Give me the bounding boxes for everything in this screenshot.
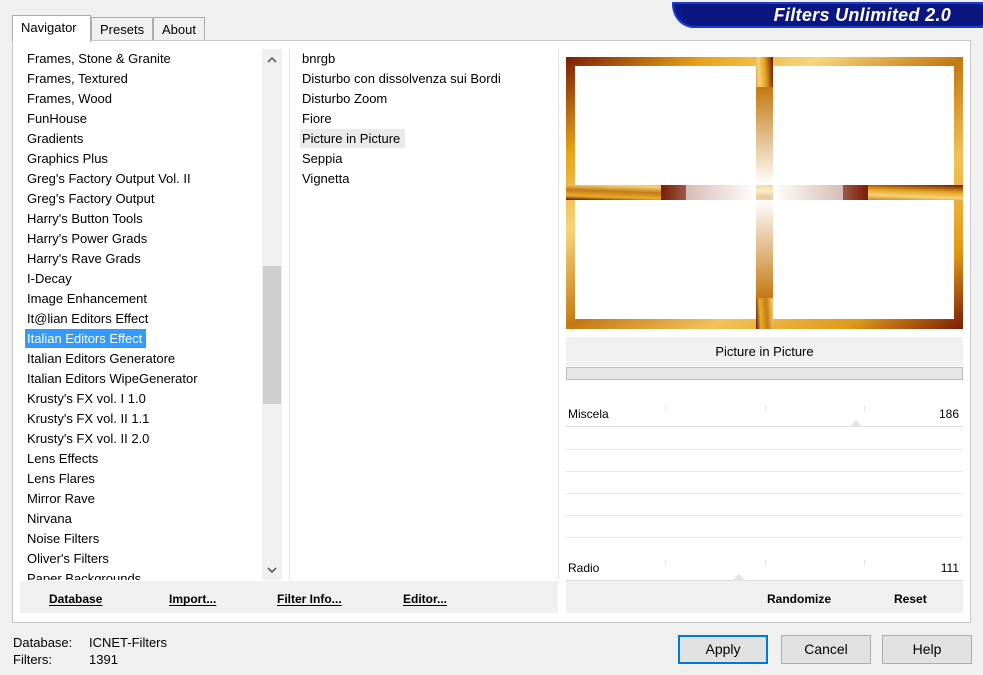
category-item[interactable]: I-Decay — [25, 269, 76, 288]
tab-navigator[interactable]: Navigator — [12, 15, 91, 42]
list-separator — [289, 49, 290, 580]
slider-tick — [765, 406, 766, 411]
category-item[interactable]: Mirror Rave — [25, 489, 99, 508]
empty-slider-row — [566, 471, 963, 472]
slider-tick — [864, 406, 865, 411]
preview-pane-bottom-left — [575, 200, 756, 319]
empty-slider-row — [566, 537, 963, 538]
filter-item[interactable]: Disturbo con dissolvenza sui Bordi — [300, 69, 506, 88]
filter-preview — [566, 57, 963, 329]
slider-track[interactable] — [566, 426, 963, 427]
category-item[interactable]: Gradients — [25, 129, 87, 148]
progress-bar — [566, 367, 963, 380]
brand-banner: Filters Unlimited 2.0 — [672, 2, 983, 28]
category-item[interactable]: Paper Backgrounds — [25, 569, 145, 580]
randomize-button[interactable]: Randomize — [767, 581, 831, 613]
category-item[interactable]: It@lian Editors Effect — [25, 309, 152, 328]
scroll-up-button[interactable] — [262, 49, 282, 69]
slider-radio[interactable]: Radio 111 — [566, 559, 963, 581]
category-item[interactable]: Lens Effects — [25, 449, 102, 468]
filter-item[interactable]: Fiore — [300, 109, 337, 128]
status-database-value: ICNET-Filters — [89, 635, 167, 650]
chevron-down-icon — [267, 566, 277, 573]
preset-toolbar: Randomize Reset — [566, 581, 963, 613]
status-filters-label: Filters: — [13, 652, 52, 667]
slider-value: 111 — [940, 561, 959, 575]
slider-tick — [864, 560, 865, 565]
slider-miscela[interactable]: Miscela 186 — [566, 405, 963, 427]
empty-slider-row — [566, 449, 963, 450]
slider-tick — [765, 560, 766, 565]
selected-filter-title: Picture in Picture — [566, 337, 963, 366]
slider-tick — [665, 406, 666, 411]
preview-pane-bottom-right — [773, 200, 954, 319]
status-database-label: Database: — [13, 635, 73, 650]
filter-info-button[interactable]: Filter Info... — [277, 581, 342, 613]
category-item[interactable]: Krusty's FX vol. II 2.0 — [25, 429, 153, 448]
apply-button[interactable]: Apply — [678, 635, 768, 664]
category-item[interactable]: Lens Flares — [25, 469, 99, 488]
import-button[interactable]: Import... — [169, 581, 216, 613]
scroll-down-button[interactable] — [262, 560, 282, 580]
help-button[interactable]: Help — [882, 635, 972, 664]
category-item[interactable]: Frames, Textured — [25, 69, 132, 88]
preview-fade-bottom — [756, 200, 773, 298]
category-item[interactable]: Krusty's FX vol. I 1.0 — [25, 389, 150, 408]
tab-presets[interactable]: Presets — [91, 17, 153, 41]
list-separator — [558, 49, 559, 580]
preview-fade-top — [756, 87, 773, 185]
category-item[interactable]: Nirvana — [25, 509, 76, 528]
filter-item[interactable]: bnrgb — [300, 49, 340, 68]
category-item[interactable]: Graphics Plus — [25, 149, 112, 168]
status-filters-count: 1391 — [89, 652, 118, 667]
database-button[interactable]: Database — [49, 581, 102, 613]
category-item[interactable]: Harry's Rave Grads — [25, 249, 145, 268]
category-item[interactable]: Krusty's FX vol. II 1.1 — [25, 409, 153, 428]
category-scrollbar[interactable] — [262, 49, 282, 580]
category-item[interactable]: Oliver's Filters — [25, 549, 113, 568]
reset-button[interactable]: Reset — [894, 581, 927, 613]
empty-slider-row — [566, 493, 963, 494]
editor-button[interactable]: Editor... — [403, 581, 447, 613]
category-item[interactable]: Image Enhancement — [25, 289, 151, 308]
filter-item[interactable]: Picture in Picture — [300, 129, 406, 148]
category-item[interactable]: Noise Filters — [25, 529, 103, 548]
category-item[interactable]: Italian Editors WipeGenerator — [25, 369, 202, 388]
category-item[interactable]: Harry's Power Grads — [25, 229, 151, 248]
scroll-thumb[interactable] — [263, 266, 281, 404]
cancel-button[interactable]: Cancel — [781, 635, 871, 664]
category-item[interactable]: Greg's Factory Output — [25, 189, 158, 208]
slider-label: Radio — [568, 561, 600, 575]
category-item[interactable]: Frames, Wood — [25, 89, 116, 108]
empty-slider-row — [566, 515, 963, 516]
slider-label: Miscela — [568, 407, 609, 421]
brand-title: Filters Unlimited 2.0 — [773, 5, 951, 25]
slider-thumb[interactable] — [732, 574, 746, 581]
slider-tick — [665, 560, 666, 565]
category-list[interactable]: Frames, Stone & Granite Frames, Textured F… — [25, 49, 261, 580]
preview-pane-top-left — [575, 66, 756, 185]
category-item[interactable]: Greg's Factory Output Vol. II — [25, 169, 195, 188]
preview-fade-center — [686, 185, 843, 200]
slider-thumb[interactable] — [849, 420, 863, 427]
tab-about[interactable]: About — [153, 17, 205, 41]
slider-value: 186 — [938, 407, 959, 421]
chevron-up-icon — [267, 56, 277, 63]
filter-item[interactable]: Seppia — [300, 149, 347, 168]
category-item[interactable]: Italian Editors Effect — [25, 329, 147, 348]
filter-item[interactable]: Vignetta — [300, 169, 354, 188]
filter-list[interactable]: bnrgb Disturbo con dissolvenza sui Bordi D… — [300, 49, 550, 249]
navigator-toolbar: Database Import... Filter Info... Editor… — [20, 581, 558, 613]
category-item[interactable]: Harry's Button Tools — [25, 209, 147, 228]
category-item[interactable]: FunHouse — [25, 109, 91, 128]
category-item[interactable]: Frames, Stone & Granite — [25, 49, 175, 68]
preview-pane-top-right — [773, 66, 954, 185]
filter-item[interactable]: Disturbo Zoom — [300, 89, 392, 108]
category-item[interactable]: Italian Editors Generatore — [25, 349, 179, 368]
